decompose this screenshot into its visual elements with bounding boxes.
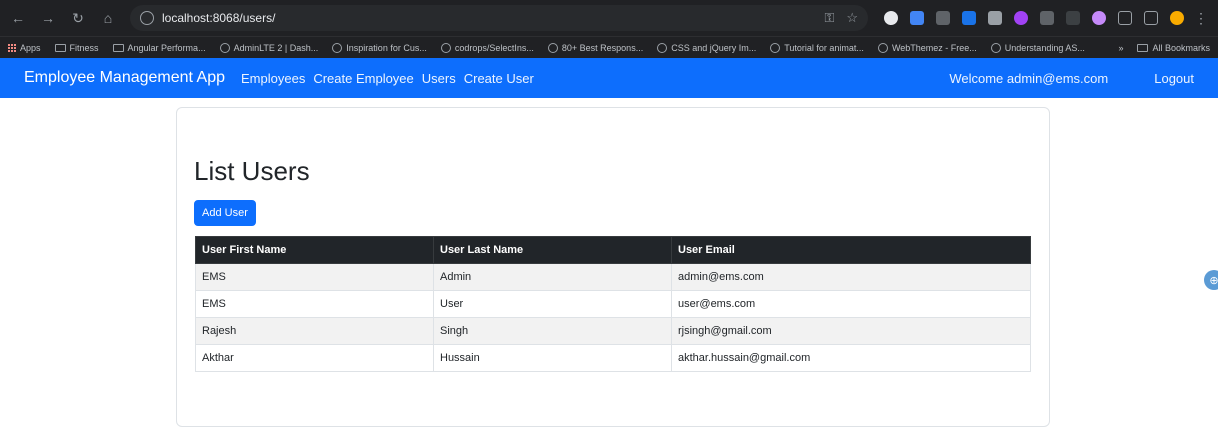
bookmark-label: Inspiration for Cus... [346,42,427,53]
extension-icon[interactable] [962,11,976,25]
bookmarks-bar: Apps Fitness Angular Performa... AdminLT… [0,36,1218,58]
browser-menu-icon[interactable]: ⋮ [1194,10,1208,27]
users-table: User First Name User Last Name User Emai… [195,236,1031,372]
bookmark-item[interactable]: Angular Performa... [112,42,206,53]
globe-icon [657,42,668,53]
folder-icon [54,43,66,52]
extension-icon[interactable] [884,11,898,25]
globe-icon [877,42,888,53]
globe-icon [219,42,230,53]
bookmark-item[interactable]: Apps [8,43,41,53]
table-cell: Akthar [195,344,434,372]
table-cell: rjsingh@gmail.com [671,317,1031,345]
bookmark-label: AdminLTE 2 | Dash... [233,42,319,53]
all-bookmarks-button[interactable]: All Bookmarks [1137,43,1210,53]
table-cell: user@ems.com [671,290,1031,318]
folder-icon [112,43,124,52]
all-bookmarks-label: All Bookmarks [1152,42,1210,53]
table-cell: Rajesh [195,317,434,345]
bookmark-label: codrops/SelectIns... [454,42,534,53]
bookmark-label: CSS and jQuery Im... [671,42,757,53]
bookmark-item[interactable]: AdminLTE 2 | Dash... [219,42,319,53]
site-info-icon[interactable] [140,11,154,25]
bookmark-label: Tutorial for animat... [784,42,864,53]
extensions-area [884,11,1184,25]
browser-toolbar: ← → ↻ ⌂ localhost:8068/users/ ⚿ ☆ ⋮ [0,0,1218,36]
table-cell: Admin [433,263,672,291]
globe-icon [332,42,343,53]
table-cell: akthar.hussain@gmail.com [671,344,1031,372]
bookmark-item[interactable]: Understanding AS... [990,42,1085,53]
bookmark-label: WebThemez - Free... [891,42,977,53]
column-header: User Email [671,236,1031,264]
table-row: EMS User user@ems.com [195,290,1031,318]
navbar-links: Employees Create Employee Users Create U… [241,71,534,86]
column-header: User Last Name [433,236,672,264]
address-bar[interactable]: localhost:8068/users/ ⚿ ☆ [130,5,868,31]
bookmark-star-icon[interactable]: ☆ [846,10,858,26]
table-row: EMS Admin admin@ems.com [195,263,1031,291]
globe-icon [770,42,781,53]
reload-icon[interactable]: ↻ [70,10,86,27]
bookmark-item[interactable]: Inspiration for Cus... [332,42,427,53]
forward-icon[interactable]: → [40,10,56,26]
bookmark-label: Angular Performa... [127,42,206,53]
side-panel-icon[interactable] [1144,11,1158,25]
globe-icon [440,42,451,53]
welcome-text: Welcome admin@ems.com [949,70,1109,86]
table-row: Rajesh Singh rjsingh@gmail.com [195,317,1031,345]
folder-icon [1137,43,1149,52]
table-cell: admin@ems.com [671,263,1031,291]
nav-link-users[interactable]: Users [422,71,456,86]
bookmark-item[interactable]: codrops/SelectIns... [440,42,534,53]
table-row: Akthar Hussain akthar.hussain@gmail.com [195,344,1031,372]
floating-translate-icon[interactable]: ⊕ [1204,270,1218,290]
bookmark-item[interactable]: Fitness [54,42,99,53]
extension-icon[interactable] [988,11,1002,25]
home-icon[interactable]: ⌂ [100,10,116,26]
address-bar-url: localhost:8068/users/ [162,11,276,25]
profile-avatar-icon[interactable] [1170,11,1184,25]
more-bookmarks-button[interactable]: » [1118,43,1123,53]
navbar-right: Welcome admin@ems.com Logout [949,71,1194,86]
extension-icon[interactable] [910,11,924,25]
column-header: User First Name [195,236,434,264]
app-navbar: Employee Management App Employees Create… [0,58,1218,98]
bookmark-item[interactable]: WebThemez - Free... [877,42,977,53]
extension-icon[interactable] [1092,11,1106,25]
nav-link-create-user[interactable]: Create User [464,71,534,86]
page-title: List Users [194,156,310,186]
extension-icon[interactable] [1014,11,1028,25]
table-cell: User [433,290,672,318]
table-cell: Singh [433,317,672,345]
table-header-row: User First Name User Last Name User Emai… [195,236,1031,264]
extension-icon[interactable] [936,11,950,25]
apps-icon [8,43,16,52]
table-cell: EMS [195,290,434,318]
table-cell: Hussain [433,344,672,372]
browser-nav-buttons: ← → ↻ ⌂ [10,10,116,27]
bookmark-item[interactable]: CSS and jQuery Im... [657,42,757,53]
navbar-brand[interactable]: Employee Management App [24,69,225,87]
extension-icon[interactable] [1040,11,1054,25]
add-user-button[interactable]: Add User [194,200,256,226]
bookmark-label: 80+ Best Respons... [561,42,644,53]
bookmark-label: Apps [20,42,41,53]
extensions-puzzle-icon[interactable] [1118,11,1132,25]
back-icon[interactable]: ← [10,10,26,26]
extension-icon[interactable] [1066,11,1080,25]
logout-link[interactable]: Logout [1154,71,1194,86]
nav-link-employees[interactable]: Employees [241,71,305,86]
more-bookmarks-label: » [1118,42,1124,53]
nav-link-create-employee[interactable]: Create Employee [313,71,413,86]
bookmark-label: Understanding AS... [1004,42,1085,53]
globe-icon [990,42,1001,53]
bookmark-item[interactable]: Tutorial for animat... [770,42,864,53]
globe-icon [547,42,558,53]
bookmark-item[interactable]: 80+ Best Respons... [547,42,644,53]
key-icon[interactable]: ⚿ [824,10,834,26]
bookmark-label: Fitness [69,42,99,53]
table-cell: EMS [195,263,434,291]
